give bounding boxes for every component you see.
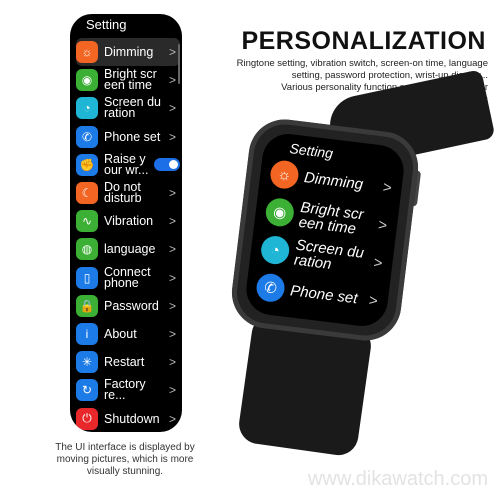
watch-item-label: Bright scr een time (297, 198, 365, 238)
settings-item-phone-set[interactable]: ✆ Phone set > (76, 123, 180, 151)
chevron-right-icon: > (168, 298, 176, 313)
settings-item-label: Connect phone (104, 264, 151, 290)
chevron-right-icon: > (377, 216, 389, 234)
chevron-right-icon: > (168, 355, 176, 370)
settings-item-label: Bright scr een time (104, 67, 157, 93)
chevron-right-icon: > (168, 326, 176, 341)
bright-screen-icon: ◉ (76, 69, 98, 92)
chevron-right-icon: > (168, 383, 176, 398)
settings-item-raise-y-our-wr[interactable]: ✊ Raise y our wr... (76, 151, 180, 179)
chevron-right-icon: > (168, 45, 176, 60)
settings-item-factory-re[interactable]: ↻ Factory re... > (76, 376, 180, 404)
chevron-right-icon: > (168, 411, 176, 426)
settings-item-label: language (104, 242, 156, 257)
settings-item-restart[interactable]: ✳ Restart > (76, 348, 180, 376)
settings-item-vibration[interactable]: ∿ Vibration > (76, 207, 180, 235)
info-icon: i (76, 322, 98, 345)
chevron-right-icon: > (368, 291, 379, 310)
sun-icon: ☼ (76, 41, 98, 64)
restart-icon: ✳ (76, 351, 98, 374)
settings-item-label: Restart (104, 355, 145, 370)
chevron-right-icon: > (168, 186, 176, 201)
chevron-right-icon: > (381, 178, 393, 197)
vibration-icon: ∿ (76, 210, 98, 233)
chevron-right-icon: > (168, 242, 176, 257)
phone-gear-icon: ✆ (76, 125, 98, 148)
settings-item-label: Screen du ration (104, 95, 161, 121)
settings-item-dimming[interactable]: ☼ Dimming > (76, 38, 180, 67)
settings-item-about[interactable]: i About > (76, 320, 180, 348)
watch-item-label: Dimming (303, 168, 365, 193)
phone-gear-icon: ✆ (254, 272, 287, 304)
watch: Setting ☼ Dimming > ◉ Bright scr een time > ◔ S… (227, 115, 423, 345)
settings-item-bright-scr-een-time[interactable]: ◉ Bright scr een time > (76, 66, 180, 94)
heading: PERSONALIZATION (241, 27, 486, 55)
settings-item-label: Factory re... (104, 377, 146, 403)
settings-item-label: Password (104, 298, 159, 313)
chevron-right-icon: > (168, 270, 176, 285)
watch-item-label: Screen du ration (293, 236, 365, 273)
settings-item-label: Do not disturb (104, 180, 142, 206)
watch-settings-list: ☼ Dimming > ◉ Bright scr een time > ◔ Screen du… (254, 154, 394, 320)
settings-item-connect-phone[interactable]: ▯ Connect phone > (76, 264, 180, 292)
settings-screen: Setting ☼ Dimming > ◉ Bright scr een time > ◔ S… (70, 14, 182, 432)
chevron-right-icon: > (168, 214, 176, 229)
clock-icon: ◔ (76, 97, 98, 120)
screen-title: Setting (86, 17, 127, 32)
settings-item-screen-du-ration[interactable]: ◔ Screen du ration > (76, 94, 180, 122)
toggle-switch[interactable] (154, 158, 180, 172)
globe-icon: ◍ (76, 238, 98, 261)
watch-item-label: Phone set (289, 281, 359, 307)
watch-screen: Setting ☼ Dimming > ◉ Bright scr een time > ◔ S… (243, 131, 407, 329)
sun-icon: ☼ (268, 159, 301, 191)
settings-item-label: About (104, 326, 137, 341)
settings-item-shutdown[interactable]: ⏻ Shutdown > (76, 404, 180, 432)
chevron-right-icon: > (372, 253, 384, 272)
moon-icon: ☾ (76, 182, 98, 205)
settings-item-password[interactable]: 🔒 Password > (76, 292, 180, 320)
settings-item-label: Dimming (104, 45, 154, 60)
settings-item-label: Phone set (104, 129, 161, 144)
chevron-right-icon: > (168, 129, 176, 144)
settings-item-language[interactable]: ◍ language > (76, 235, 180, 263)
connect-phone-icon: ▯ (76, 266, 98, 289)
power-icon: ⏻ (76, 407, 98, 430)
watermark: www.dikawatch.com (307, 468, 488, 490)
settings-item-label: Shutdown (104, 411, 160, 426)
wrist-icon: ✊ (76, 153, 98, 176)
settings-item-label: Vibration (104, 214, 154, 229)
settings-item-do-not-disturb[interactable]: ☾ Do not disturb > (76, 179, 180, 207)
description-line: Ringtone setting, vibration switch, scre… (236, 58, 488, 69)
settings-list: ☼ Dimming > ◉ Bright scr een time > ◔ Screen du… (76, 38, 180, 432)
bright-screen-icon: ◉ (264, 196, 296, 228)
factory-reset-icon: ↻ (76, 379, 98, 402)
clock-icon: ◔ (259, 234, 291, 266)
lock-icon: 🔒 (76, 294, 98, 317)
caption: The UI interface is displayed by moving … (55, 442, 195, 477)
